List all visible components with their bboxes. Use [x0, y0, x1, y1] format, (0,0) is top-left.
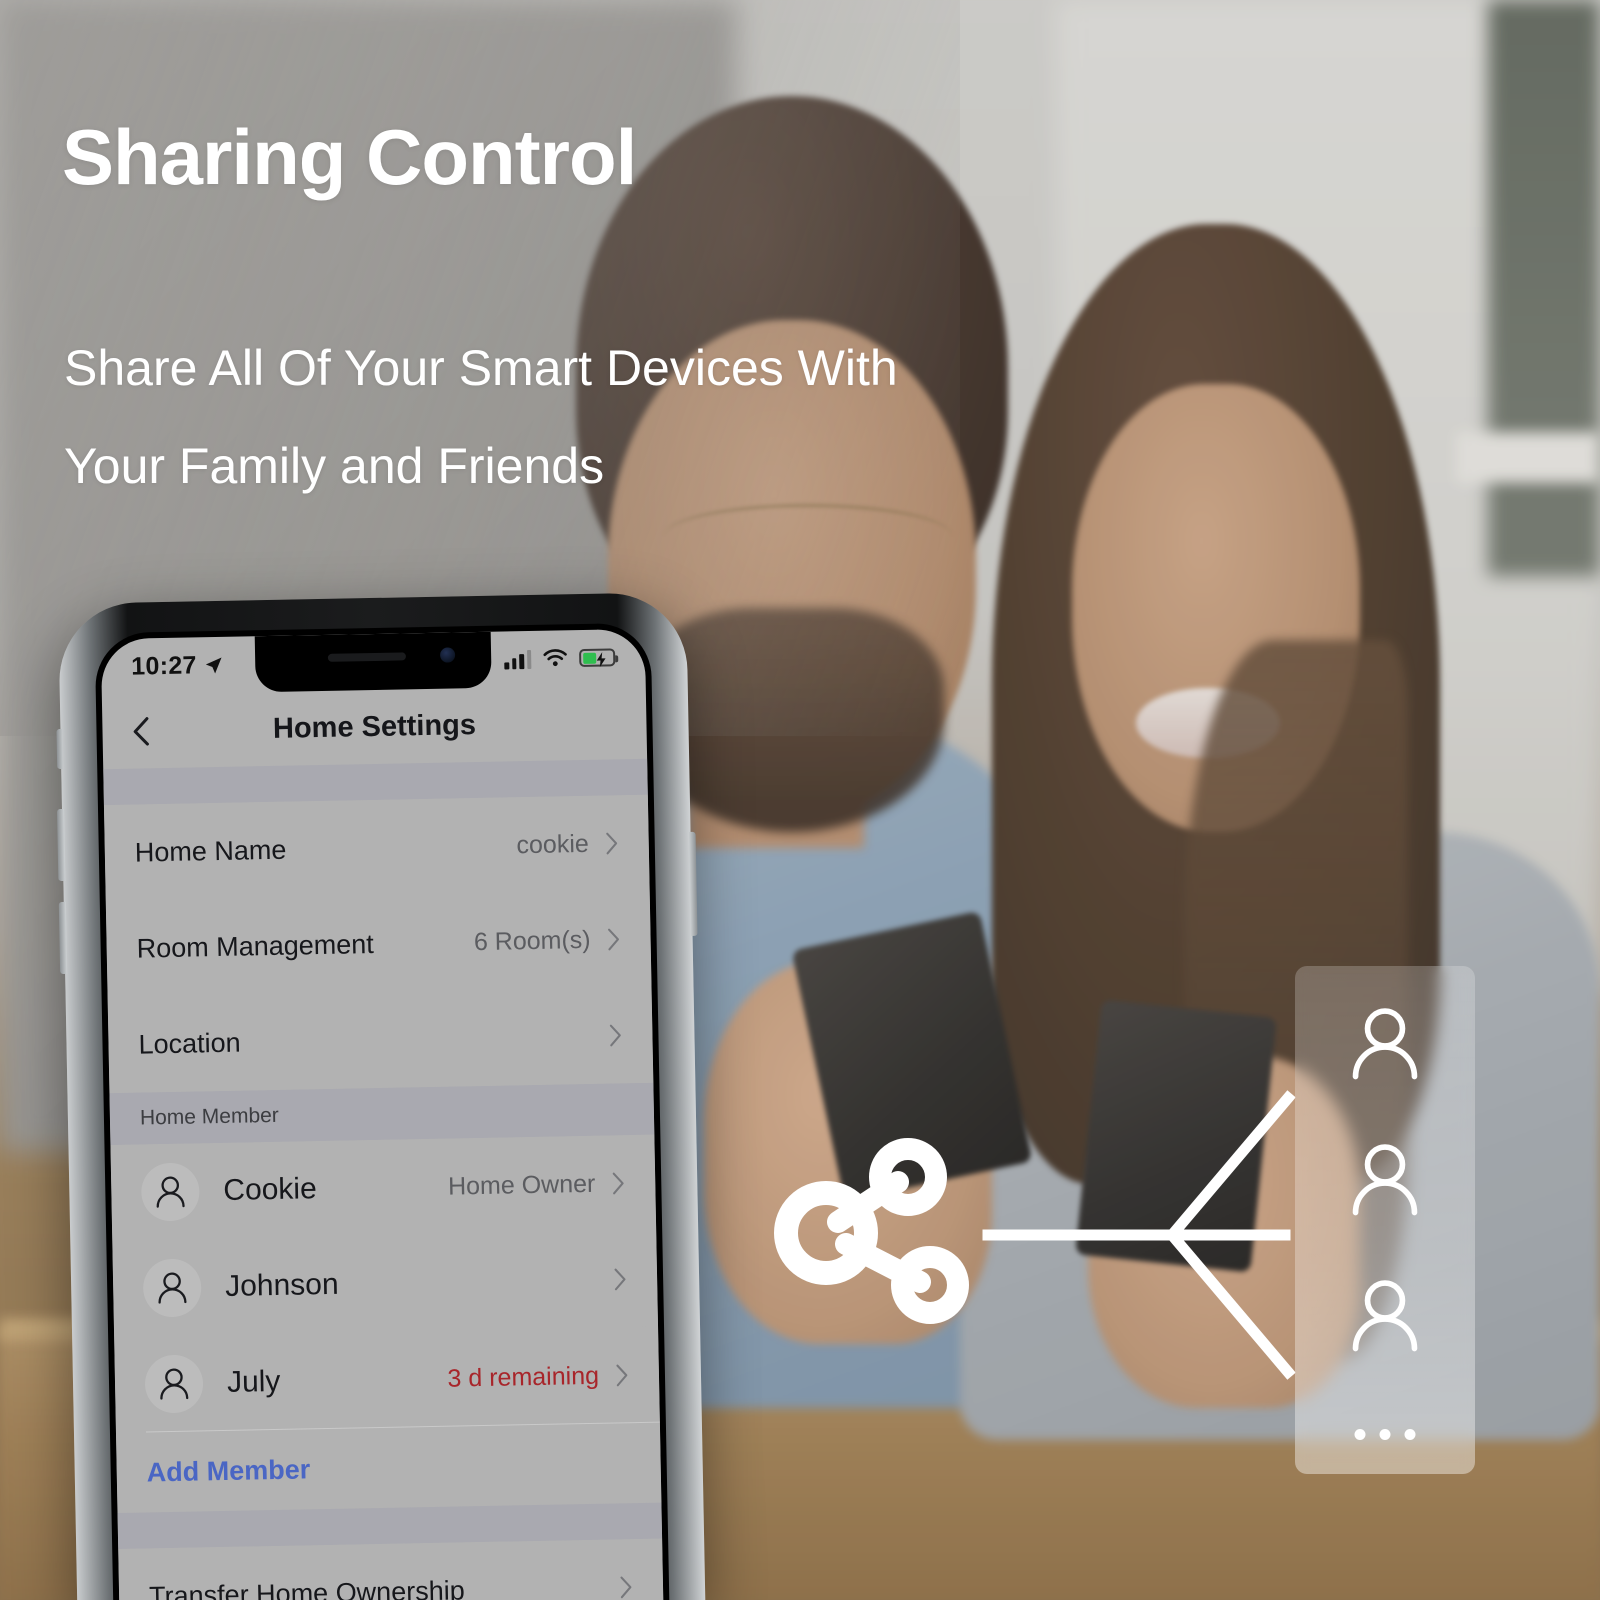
phone-notch	[254, 631, 492, 693]
phone-volume-up-button[interactable]	[56, 808, 66, 882]
earpiece-speaker	[327, 652, 406, 662]
settings-list: Home Name cookie Room Management 6 Room(…	[103, 758, 664, 1600]
chevron-right-icon	[609, 1024, 621, 1047]
dot	[1404, 1429, 1416, 1440]
phone-bezel: 10:27 Home Settings Home Name cookie Roo…	[94, 622, 670, 1600]
person-icon	[1352, 1280, 1418, 1352]
settings-row-transfer-ownership[interactable]: Transfer Home Ownership	[118, 1538, 664, 1600]
settings-row-home-name[interactable]: Home Name cookie	[103, 794, 650, 902]
person-icon	[158, 1272, 187, 1304]
subtitle-line-2: Your Family and Friends	[64, 437, 605, 494]
chevron-left-icon[interactable]	[124, 714, 159, 749]
page-subtitle: Share All Of Your Smart Devices With You…	[64, 320, 1184, 515]
row-value: cookie	[516, 829, 590, 859]
chevron-right-icon	[616, 1364, 628, 1387]
front-camera-icon	[439, 647, 456, 663]
person-icon	[1352, 1008, 1418, 1080]
chevron-right-icon	[606, 832, 618, 855]
app-navigation-bar: Home Settings	[102, 685, 647, 769]
row-label: Transfer Home Ownership	[148, 1574, 465, 1600]
person-icon	[156, 1176, 185, 1208]
settings-row-room-management[interactable]: Room Management 6 Room(s)	[105, 890, 652, 998]
member-row-july[interactable]: July 3 d remaining	[114, 1326, 660, 1434]
battery-charging-icon	[579, 648, 616, 668]
row-value: 6 Room(s)	[473, 925, 591, 956]
avatar	[144, 1354, 204, 1414]
phone-screen: 10:27 Home Settings Home Name cookie Roo…	[100, 628, 664, 1600]
page-title: Sharing Control	[62, 113, 637, 201]
row-label: Location	[138, 1027, 241, 1060]
wifi-icon	[543, 649, 567, 667]
chevron-right-icon	[614, 1268, 626, 1291]
phone-mockup: 10:27 Home Settings Home Name cookie Roo…	[56, 591, 706, 1600]
ellipsis-icon[interactable]	[1354, 1429, 1416, 1440]
add-member-button[interactable]: Add Member	[115, 1422, 662, 1514]
chevron-right-icon	[612, 1172, 624, 1195]
chevron-right-icon	[620, 1576, 632, 1599]
row-label: Room Management	[136, 928, 375, 964]
phone-mute-switch[interactable]	[56, 728, 64, 770]
dot	[1354, 1429, 1366, 1440]
shared-members-panel	[1295, 966, 1475, 1474]
dot	[1379, 1429, 1391, 1440]
screen-title: Home Settings	[272, 708, 477, 745]
subtitle-line-1: Share All Of Your Smart Devices With	[64, 340, 898, 396]
person-icon	[160, 1368, 189, 1400]
charging-bolt-icon	[596, 652, 606, 668]
member-status: Home Owner	[447, 1169, 596, 1201]
phone-volume-down-button[interactable]	[58, 901, 68, 975]
member-row-cookie[interactable]: Cookie Home Owner	[110, 1134, 657, 1242]
avatar	[140, 1162, 200, 1222]
member-status-badge: 3 d remaining	[447, 1361, 600, 1393]
row-label: Home Name	[134, 834, 287, 868]
avatar	[142, 1258, 202, 1318]
member-row-johnson[interactable]: Johnson	[112, 1230, 659, 1338]
cellular-signal-icon	[504, 649, 532, 669]
location-arrow-icon	[206, 656, 222, 673]
member-name: July	[226, 1364, 281, 1399]
member-name: Johnson	[224, 1267, 339, 1303]
chevron-right-icon	[608, 928, 619, 951]
member-name: Cookie	[223, 1172, 318, 1207]
status-bar-time: 10:27	[130, 650, 197, 681]
status-bar-left: 10:27	[131, 650, 224, 681]
settings-row-location[interactable]: Location	[107, 986, 654, 1094]
person-icon	[1352, 1144, 1418, 1216]
status-bar-right	[504, 647, 616, 669]
